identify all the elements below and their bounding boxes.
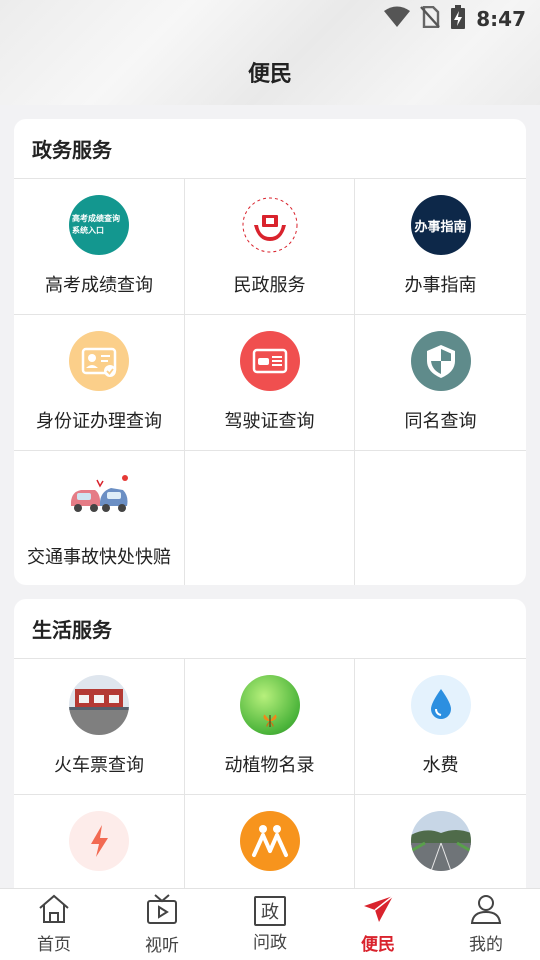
service-label: 驾驶证查询 bbox=[224, 411, 315, 432]
electricity-bolt-icon bbox=[69, 811, 129, 871]
driver-license-icon bbox=[239, 331, 300, 391]
status-bar: 8:47 bbox=[0, 0, 540, 38]
id-card-icon bbox=[69, 331, 129, 391]
tab-home[interactable]: 首页 bbox=[14, 894, 94, 955]
gaokao-icon-line1: 高考成绩查询 bbox=[72, 214, 120, 223]
bottom-tab-bar: 首页 视听 政 问政 便民 我的 bbox=[0, 888, 540, 960]
service-label: 同名查询 bbox=[404, 411, 477, 432]
service-label: 交通事故快处快赔 bbox=[27, 547, 171, 568]
no-sim-icon bbox=[420, 5, 441, 32]
user-icon bbox=[469, 894, 503, 928]
service-label: 办事指南 bbox=[404, 275, 477, 296]
tab-inquiry[interactable]: 政 问政 bbox=[230, 896, 310, 953]
tab-label: 我的 bbox=[469, 935, 503, 955]
status-time: 8:47 bbox=[476, 7, 526, 31]
gaokao-score-icon: 高考成绩查询 系统入口 bbox=[69, 195, 129, 255]
service-label: 身份证办理查询 bbox=[36, 411, 162, 432]
life-services-grid: 火车票查询 动植物名录 水费 bbox=[14, 659, 526, 899]
zheng-box-icon: 政 bbox=[254, 896, 286, 926]
water-drop-icon bbox=[410, 675, 471, 735]
gov-services-title: 政务服务 bbox=[14, 119, 526, 179]
gov-services-card: 政务服务 高考成绩查询 系统入口 高考成绩查询 民政服务 办事指南 办事指南 身… bbox=[14, 119, 526, 585]
wifi-icon bbox=[384, 6, 411, 32]
train-station-photo-icon bbox=[69, 675, 129, 735]
battery-charging-icon bbox=[450, 5, 466, 33]
service-civil-affairs[interactable]: 民政服务 bbox=[185, 179, 355, 315]
service-electricity[interactable] bbox=[14, 795, 185, 899]
tab-label: 首页 bbox=[37, 935, 71, 955]
tv-play-icon bbox=[145, 893, 179, 929]
guide-icon-text: 办事指南 bbox=[414, 219, 467, 235]
service-same-name[interactable]: 同名查询 bbox=[355, 315, 526, 451]
page-title: 便民 bbox=[247, 62, 292, 87]
service-label: 民政服务 bbox=[233, 275, 306, 296]
service-label: 火车票查询 bbox=[54, 755, 144, 776]
service-id-card[interactable]: 身份证办理查询 bbox=[14, 315, 185, 451]
home-icon bbox=[37, 894, 71, 928]
tab-label: 便民 bbox=[361, 935, 395, 955]
plant-butterfly-icon bbox=[239, 675, 300, 735]
service-highway[interactable] bbox=[355, 795, 526, 899]
tab-video[interactable]: 视听 bbox=[122, 893, 202, 956]
tab-label: 视听 bbox=[145, 936, 179, 956]
service-driver-license[interactable]: 驾驶证查询 bbox=[185, 315, 355, 451]
service-gaokao[interactable]: 高考成绩查询 系统入口 高考成绩查询 bbox=[14, 179, 185, 315]
tab-convenience[interactable]: 便民 bbox=[338, 894, 418, 955]
tab-label: 问政 bbox=[253, 933, 287, 953]
service-people[interactable] bbox=[185, 795, 355, 899]
service-water-fee[interactable]: 水费 bbox=[355, 659, 526, 795]
service-label: 动植物名录 bbox=[224, 755, 315, 776]
gov-services-grid: 高考成绩查询 系统入口 高考成绩查询 民政服务 办事指南 办事指南 身份证办理查… bbox=[14, 179, 526, 585]
same-name-shield-icon bbox=[410, 331, 471, 391]
car-accident-icon bbox=[67, 467, 131, 527]
tab-mine[interactable]: 我的 bbox=[446, 894, 526, 955]
highway-photo-icon bbox=[410, 811, 471, 871]
service-flora-fauna[interactable]: 动植物名录 bbox=[185, 659, 355, 795]
gaokao-icon-line2: 系统入口 bbox=[72, 226, 104, 235]
civil-affairs-emblem-icon bbox=[239, 195, 300, 255]
zheng-icon-text: 政 bbox=[261, 902, 279, 923]
service-label: 水费 bbox=[422, 755, 459, 776]
empty-cell bbox=[355, 451, 526, 585]
guide-icon: 办事指南 bbox=[410, 195, 471, 255]
service-train-ticket[interactable]: 火车票查询 bbox=[14, 659, 185, 795]
people-icon bbox=[239, 811, 300, 871]
paper-plane-icon bbox=[361, 894, 395, 928]
life-services-card: 生活服务 火车票查询 动植物名录 水费 bbox=[14, 599, 526, 899]
service-label: 高考成绩查询 bbox=[45, 275, 153, 296]
life-services-title: 生活服务 bbox=[14, 599, 526, 659]
service-traffic-accident[interactable]: 交通事故快处快赔 bbox=[14, 451, 185, 585]
service-guide[interactable]: 办事指南 办事指南 bbox=[355, 179, 526, 315]
empty-cell bbox=[185, 451, 355, 585]
